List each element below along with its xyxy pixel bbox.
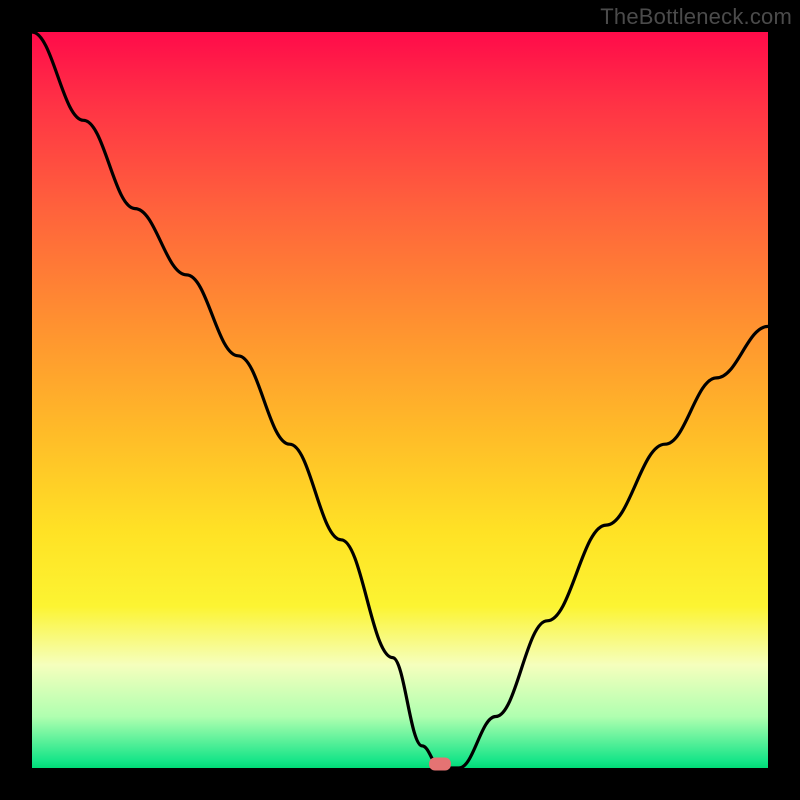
chart-frame: TheBottleneck.com	[0, 0, 800, 800]
bottleneck-curve	[32, 32, 768, 768]
plot-area	[32, 32, 768, 768]
bottleneck-marker	[429, 757, 451, 770]
watermark-text: TheBottleneck.com	[600, 4, 792, 30]
